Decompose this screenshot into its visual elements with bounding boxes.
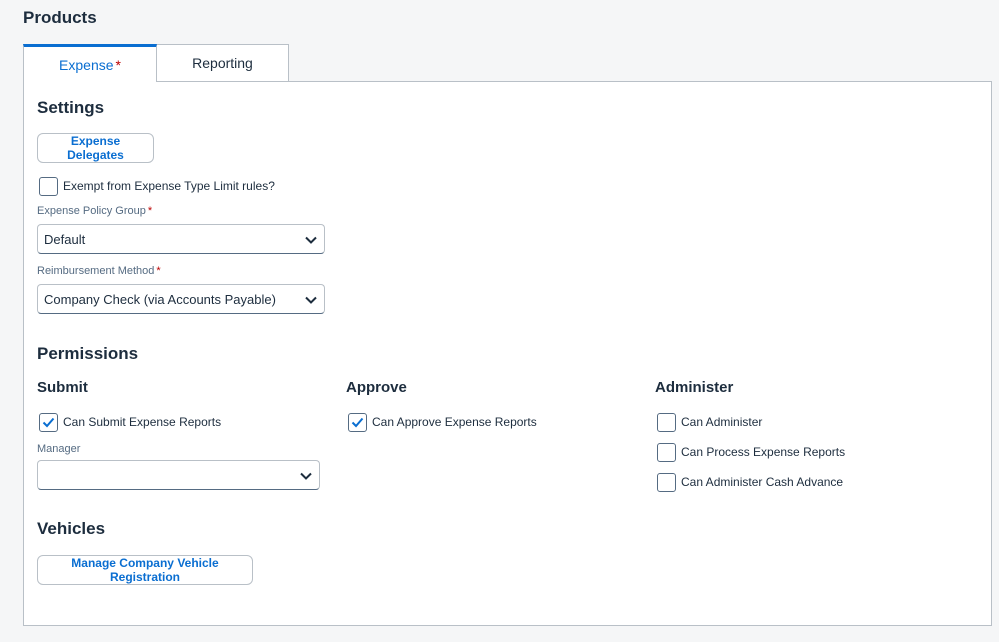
can-administer-label: Can Administer (681, 415, 763, 429)
required-mark: * (115, 56, 121, 73)
manager-label: Manager (37, 443, 81, 455)
policy-group-value: Default (44, 231, 86, 247)
can-administer-cash-advance-checkbox[interactable] (657, 472, 676, 492)
required-mark: * (147, 205, 153, 217)
can-submit-row: Can Submit Expense Reports (39, 412, 221, 432)
approve-heading: Approve (346, 379, 407, 396)
checkmark-icon (351, 417, 364, 427)
exempt-checkbox[interactable] (39, 176, 58, 196)
can-administer-row: Can Administer (657, 412, 762, 432)
can-process-reports-checkbox[interactable] (657, 442, 676, 462)
expense-delegates-button[interactable]: Expense Delegates (37, 133, 154, 163)
manager-select[interactable] (37, 460, 320, 490)
can-submit-checkbox[interactable] (39, 412, 58, 432)
can-approve-row: Can Approve Expense Reports (348, 412, 537, 432)
vehicles-heading: Vehicles (37, 519, 106, 538)
can-administer-cash-advance-row: Can Administer Cash Advance (657, 472, 843, 492)
can-approve-label: Can Approve Expense Reports (372, 415, 537, 429)
settings-heading: Settings (37, 98, 105, 117)
tab-reporting[interactable]: Reporting (156, 44, 289, 82)
tab-expense-label: Expense (59, 56, 114, 73)
manage-vehicle-registration-button[interactable]: Manage Company Vehicle Registration (37, 555, 253, 585)
chevron-down-icon (300, 472, 312, 480)
can-process-reports-label: Can Process Expense Reports (681, 445, 846, 459)
reimbursement-label: Reimbursement Method * (37, 265, 161, 277)
permissions-heading: Permissions (37, 344, 139, 363)
chevron-down-icon (305, 296, 317, 304)
can-approve-checkbox[interactable] (348, 412, 367, 432)
reimbursement-select[interactable]: Company Check (via Accounts Payable) (37, 284, 325, 314)
page-title: Products (23, 8, 97, 27)
policy-group-select[interactable]: Default (37, 224, 325, 254)
expense-tab-panel: Settings Expense Delegates Exempt from E… (23, 81, 992, 626)
exempt-checkbox-row: Exempt from Expense Type Limit rules? (39, 176, 275, 196)
tab-reporting-label: Reporting (192, 55, 253, 71)
checkmark-icon (42, 417, 55, 427)
chevron-down-icon (305, 236, 317, 244)
exempt-checkbox-label: Exempt from Expense Type Limit rules? (63, 179, 275, 193)
administer-heading: Administer (655, 379, 734, 396)
policy-group-label: Expense Policy Group * (37, 205, 152, 217)
can-administer-checkbox[interactable] (657, 412, 676, 432)
reimbursement-value: Company Check (via Accounts Payable) (44, 291, 276, 307)
tab-expense[interactable]: Expense * (23, 44, 157, 82)
can-submit-label: Can Submit Expense Reports (63, 415, 222, 429)
can-process-reports-row: Can Process Expense Reports (657, 442, 845, 462)
submit-heading: Submit (37, 379, 88, 396)
can-administer-cash-advance-label: Can Administer Cash Advance (681, 475, 844, 489)
policy-group-label-text: Expense Policy Group (37, 205, 146, 217)
reimbursement-label-text: Reimbursement Method (37, 265, 155, 277)
required-mark: * (156, 265, 161, 277)
